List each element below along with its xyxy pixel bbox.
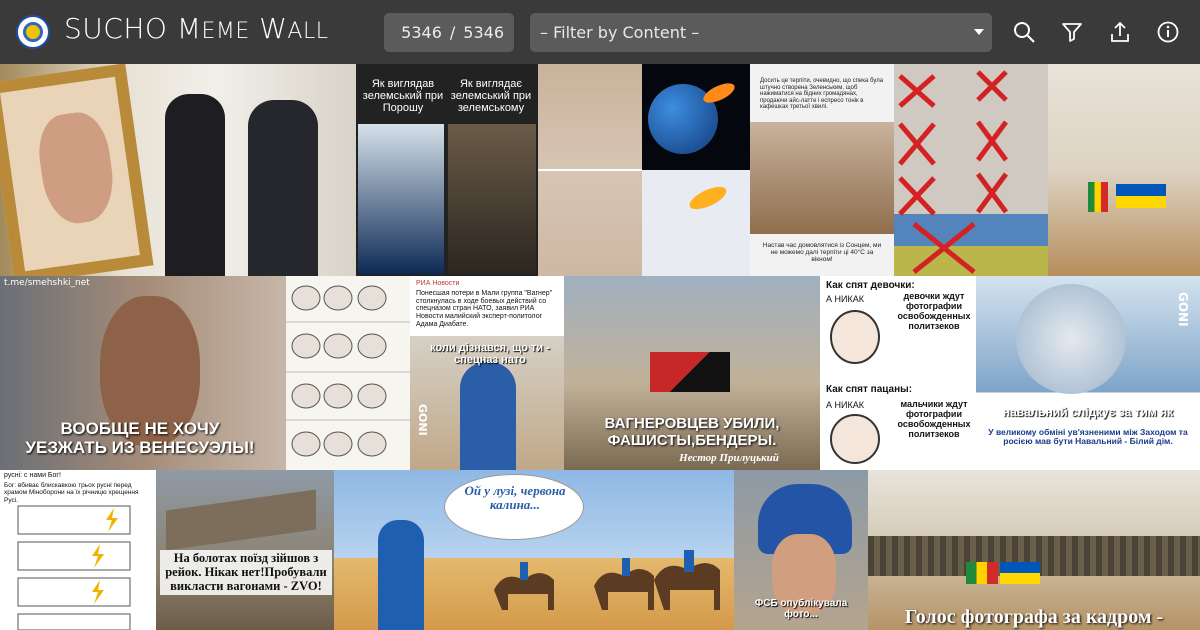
gold-frame-portrait xyxy=(0,64,154,276)
title-cap-m: M xyxy=(176,12,202,45)
spetsnaz-caption: коли дізнався, що ти - спецназ нато xyxy=(430,342,550,367)
counter-current: 5346 xyxy=(401,23,442,42)
title-rest-m: EME xyxy=(201,19,250,44)
map-panel xyxy=(642,170,750,276)
photo-smiling xyxy=(358,124,444,274)
girls-text: девочки ждут фотографии освобожденных по… xyxy=(897,291,971,331)
mali-flag-2 xyxy=(966,562,998,584)
filter-icon[interactable] xyxy=(1060,20,1084,44)
meme-tile-how-sleep[interactable]: Как спят девочки: А НИКАК девочки ждут ф… xyxy=(820,276,976,470)
navalny-caption: навальний слідкує за тим як xyxy=(1002,405,1174,419)
app-header: SUCHO MEME WALL 5346 / 5346 – Filter by … xyxy=(0,0,1200,64)
filter-placeholder: – Filter by Content – xyxy=(540,23,700,42)
meme-tile-wagner-desert-flags[interactable] xyxy=(1048,64,1200,276)
meme-tile-zelensky-comparison[interactable]: Як виглядав зелемський при Порошу Як виг… xyxy=(356,64,538,276)
title-cap-w: W xyxy=(259,12,288,45)
logo-emblem xyxy=(23,22,43,42)
ria-source-label: РИА Новости xyxy=(416,280,460,287)
navalny-face xyxy=(1016,284,1126,394)
crossed-leaders-collage xyxy=(894,64,1048,276)
meme-tile-meteor-earth[interactable] xyxy=(642,64,750,276)
boys-text: мальчики ждут фотографии освобожденных п… xyxy=(897,399,971,439)
sucho-logo[interactable] xyxy=(16,15,50,49)
photo-tired xyxy=(448,124,536,274)
navalny-subcaption: У великому обміні ув'язненими між Заходо… xyxy=(988,427,1188,447)
meme-tile-heatwave-zelensky[interactable]: Досить це терпіти, очевидно, що спека бу… xyxy=(750,64,894,276)
maduro-caption: ВООБЩЕ НЕ ХОЧУ УЕЗЖАТЬ ИЗ ВЕНЕСУЭЛЫ! xyxy=(25,419,255,457)
boy-face-drawing xyxy=(830,414,880,464)
content-filter-select[interactable]: – Filter by Content – xyxy=(530,13,992,52)
wagner-caption: ВАГНЕРОВЦЕВ УБИЛИ, ФАШИСТЫ,БЕНДЕРЫ. xyxy=(604,415,780,449)
meme-tile-nato-spetsnaz[interactable]: РИА Новости Понесшая потери в Мали групп… xyxy=(410,276,564,470)
wagner-author: Нестор Прилуцький xyxy=(679,452,779,464)
goni-watermark: GONI xyxy=(416,404,429,436)
fsb-caption: ФСБ опублікувала фото... xyxy=(754,598,848,620)
meme-tile-maduro-car[interactable]: t.me/smehshki_net ВООБЩЕ НЕ ХОЧУ УЕЗЖАТЬ… xyxy=(0,276,286,470)
channel-watermark: t.me/smehshki_net xyxy=(4,278,90,288)
girls-answer: А НИКАК xyxy=(826,294,864,304)
title-word-1: SUCHO xyxy=(64,12,168,45)
info-icon[interactable] xyxy=(1156,20,1180,44)
meme-tile-crossed-leaders[interactable] xyxy=(894,64,1048,276)
meme-tile-russian-god[interactable]: русні: с нами Бог! Бог: вбиває блискавко… xyxy=(0,470,156,630)
caption-right: Як виглядає зелемський при зелемському xyxy=(450,78,532,115)
camels-silhouettes xyxy=(494,550,720,610)
meme-tile-fsb-blue-turban[interactable]: ФСБ опублікувала фото... xyxy=(734,470,868,630)
mali-flag xyxy=(1088,182,1108,212)
meme-tile-putin-kim-portrait[interactable] xyxy=(0,64,356,276)
lightning-cats-drawing xyxy=(17,505,131,630)
counter-separator: / xyxy=(449,23,456,42)
girls-title: Как спят девочки: xyxy=(826,280,915,291)
meme-tile-reaction-faces[interactable] xyxy=(538,64,642,276)
person-kim xyxy=(165,94,225,276)
meme-tile-photographer-voice[interactable]: Голос фотографа за кадром - xyxy=(868,470,1200,630)
upload-icon[interactable] xyxy=(1108,20,1132,44)
ria-news-text: Понесшая потери в Мали группа "Вагнер" с… xyxy=(416,290,553,328)
caption-left: Як виглядав зелемський при Порошу xyxy=(362,78,444,115)
meteor xyxy=(700,79,738,107)
meme-tile-wagner-killed[interactable]: ВАГНЕРОВЦЕВ УБИЛИ, ФАШИСТЫ,БЕНДЕРЫ. Нест… xyxy=(564,276,820,470)
ukraine-flag xyxy=(1116,184,1166,208)
goni-watermark-2: GONI xyxy=(1176,292,1190,327)
noodle-photo xyxy=(750,122,894,234)
meteor-map xyxy=(686,182,730,214)
person-putin xyxy=(248,100,318,276)
app-title: SUCHO MEME WALL xyxy=(64,12,328,45)
blue-turban-figure xyxy=(460,362,516,470)
title-rest-w: ALL xyxy=(287,19,329,44)
counter-total: 5346 xyxy=(463,23,504,42)
train-wagons xyxy=(166,489,316,551)
cat-soldiers-drawing xyxy=(286,285,410,457)
meme-tile-train-derailed[interactable]: На болотах поїзд зійшов з рейок. Нікак н… xyxy=(156,470,334,630)
search-icon[interactable] xyxy=(1012,20,1036,44)
meme-counter[interactable]: 5346 / 5346 xyxy=(384,13,514,52)
chevron-down-icon xyxy=(974,29,984,35)
divider xyxy=(538,169,642,171)
portrait-face xyxy=(33,108,119,228)
photographer-caption: Голос фотографа за кадром - xyxy=(904,606,1164,628)
text-top: Досить це терпіти, очевидно, що спека бу… xyxy=(760,78,884,111)
boys-title: Как спят пацаны: xyxy=(826,384,913,395)
train-caption: На болотах поїзд зійшов з рейок. Нікак н… xyxy=(160,550,332,596)
girl-face-drawing xyxy=(830,310,880,364)
boys-answer: А НИКАК xyxy=(826,400,864,410)
text-bottom: Настав час домовлятися із Сонцем, ми не … xyxy=(762,242,882,264)
ukraine-flag-2 xyxy=(1000,562,1040,584)
meme-tile-camel-caravan[interactable]: Ой у лузі, червона калина... xyxy=(334,470,734,630)
red-black-flag xyxy=(650,352,730,392)
meme-tile-navalny[interactable]: GONI навальний слідкує за тим як У велик… xyxy=(976,276,1200,470)
meme-tile-cat-memes-grid[interactable] xyxy=(286,276,410,470)
meme-grid: Як виглядав зелемський при Порошу Як виг… xyxy=(0,64,1200,630)
